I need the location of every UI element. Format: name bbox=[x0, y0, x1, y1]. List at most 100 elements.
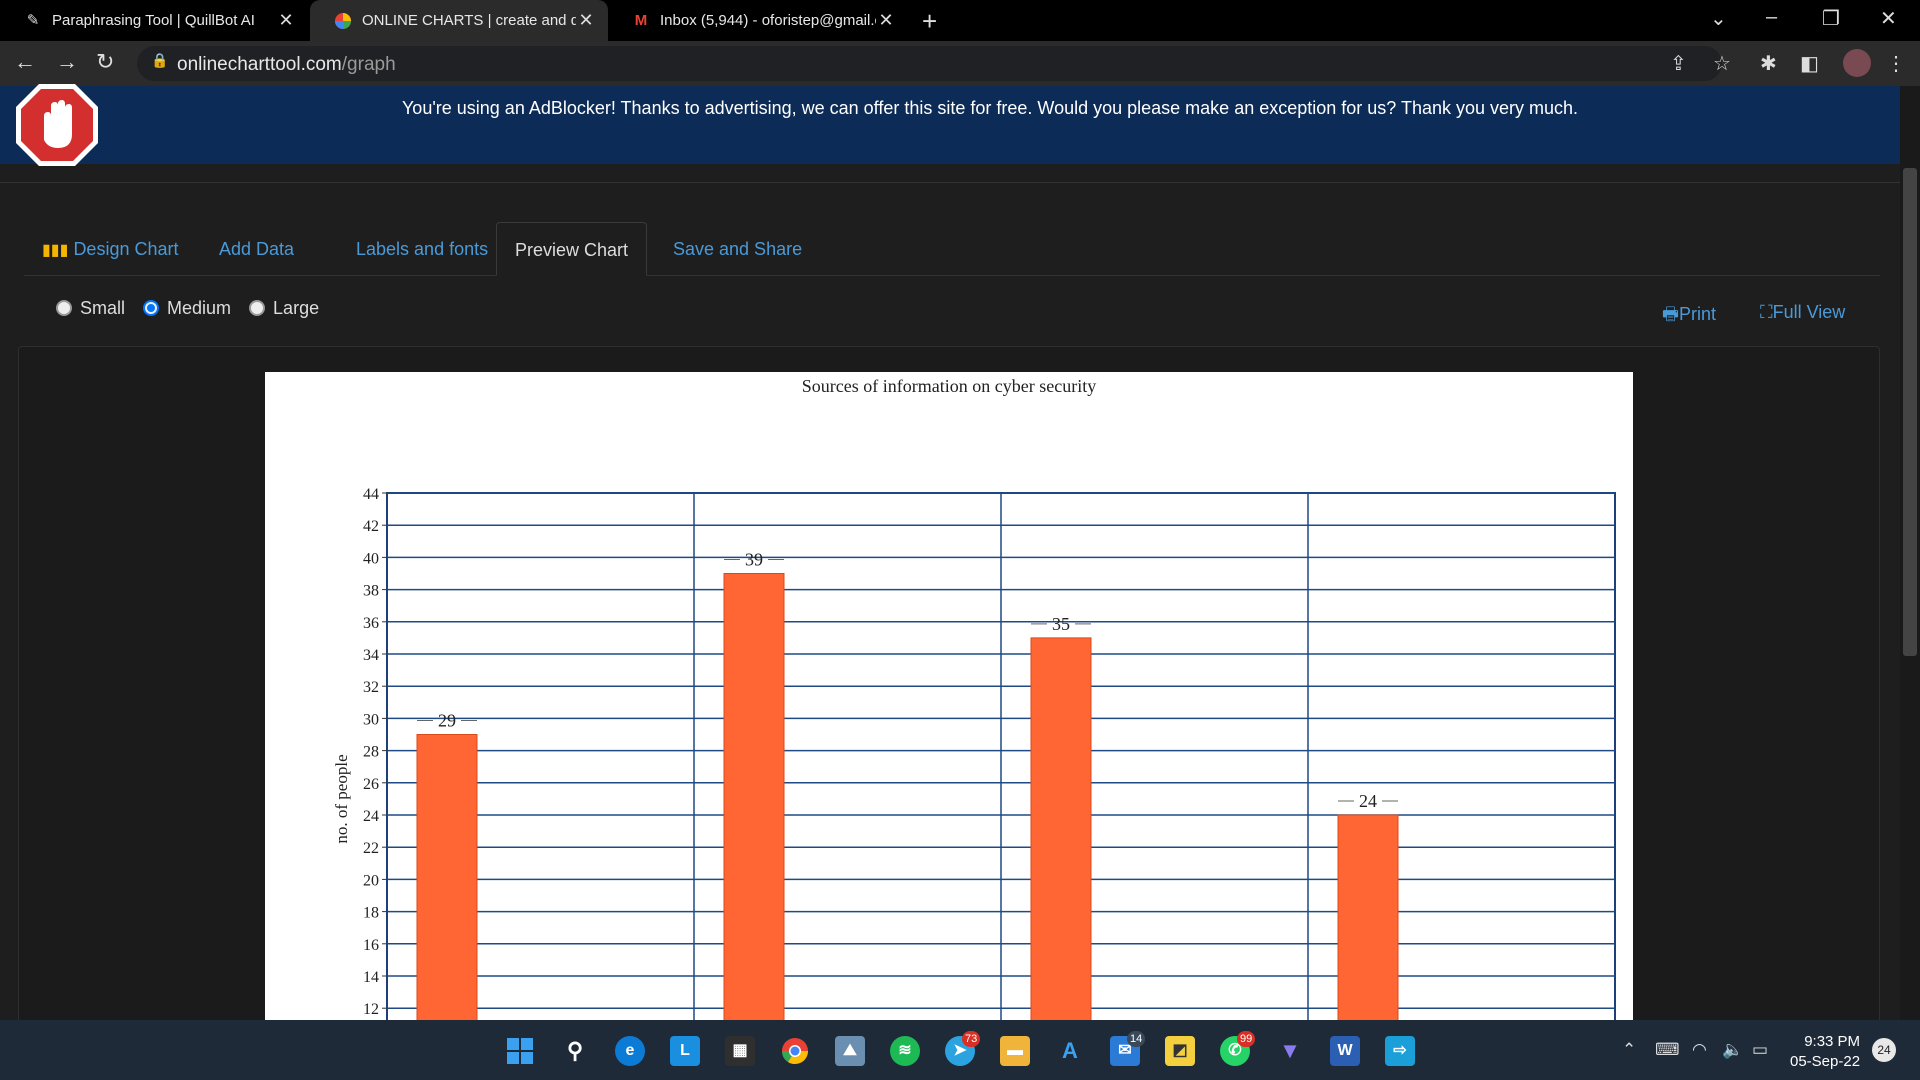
y-tick-label: 14 bbox=[363, 969, 379, 986]
y-tick-label: 18 bbox=[363, 905, 379, 922]
y-tick-label: 32 bbox=[363, 679, 379, 696]
data-label: 39 bbox=[745, 550, 763, 570]
word-icon[interactable]: W bbox=[1330, 1036, 1360, 1066]
bar-chart: Sources of information on cyber security… bbox=[332, 376, 1616, 1020]
tab-label: Design Chart bbox=[73, 239, 179, 259]
bar bbox=[416, 734, 478, 1020]
y-tick-label: 38 bbox=[363, 583, 379, 600]
tab-search-icon[interactable]: ⌄ bbox=[1710, 6, 1727, 31]
data-label: 29 bbox=[438, 711, 456, 731]
store-icon[interactable]: ▦ bbox=[725, 1036, 755, 1066]
bar bbox=[1337, 814, 1399, 1020]
gmail-icon: M bbox=[634, 11, 648, 29]
extensions-icon[interactable]: ✱ bbox=[1760, 51, 1777, 76]
bar bbox=[1030, 637, 1092, 1020]
photos-icon[interactable]: ⛰ bbox=[835, 1036, 865, 1066]
y-tick-label: 26 bbox=[363, 776, 379, 793]
minimize-icon[interactable]: – bbox=[1766, 6, 1777, 29]
tab-design-chart[interactable]: ▮▮▮ Design Chart bbox=[24, 222, 196, 276]
chrome-icon[interactable] bbox=[780, 1036, 810, 1066]
tab-title: Paraphrasing Tool | QuillBot AI bbox=[52, 12, 255, 29]
keyboard-icon[interactable]: ⌨ bbox=[1655, 1040, 1680, 1060]
file-explorer-icon[interactable]: ▬ bbox=[1000, 1036, 1030, 1066]
chart-title: Sources of information on cyber security bbox=[802, 376, 1096, 396]
print-button[interactable]: 🖶Print bbox=[1662, 302, 1716, 332]
spotify-icon[interactable]: ≋ bbox=[890, 1036, 920, 1066]
bookmark-star-icon[interactable]: ☆ bbox=[1713, 51, 1731, 76]
bar-chart-icon: ▮▮▮ bbox=[42, 242, 69, 259]
y-tick-label: 34 bbox=[363, 647, 379, 664]
y-tick-label: 16 bbox=[363, 937, 379, 954]
l-app-icon[interactable]: L bbox=[670, 1036, 700, 1066]
whatsapp-badge: 99 bbox=[1237, 1031, 1256, 1047]
volume-icon[interactable]: 🔈 bbox=[1722, 1040, 1743, 1060]
full-view-button[interactable]: ⛶Full View bbox=[1760, 302, 1845, 323]
stop-hand-icon bbox=[16, 84, 98, 166]
close-tab-icon[interactable]: ✕ bbox=[576, 10, 596, 31]
sticky-notes-icon[interactable]: ◩ bbox=[1165, 1036, 1195, 1066]
full-view-label: Full View bbox=[1772, 302, 1846, 322]
close-tab-icon[interactable]: ✕ bbox=[276, 10, 296, 31]
tab-gmail[interactable]: M Inbox (5,944) - oforistep@gmail.c ✕ bbox=[608, 0, 908, 41]
side-panel-icon[interactable]: ◧ bbox=[1800, 51, 1819, 76]
browser-toolbar: ← → ↻ 🔒 onlinecharttool.com/graph ⇪ ☆ ✱ … bbox=[0, 41, 1920, 86]
back-icon[interactable]: ← bbox=[14, 49, 36, 75]
tab-preview-chart[interactable]: Preview Chart bbox=[496, 222, 648, 276]
share-icon[interactable]: ⇪ bbox=[1670, 51, 1687, 76]
clock[interactable]: 9:33 PM 05-Sep-22 bbox=[1790, 1032, 1860, 1072]
tab-add-data[interactable]: Add Data bbox=[201, 222, 312, 276]
restore-icon[interactable]: ❐ bbox=[1822, 6, 1840, 31]
chart-tool-tabs: ▮▮▮ Design Chart Add Data Labels and fon… bbox=[24, 222, 1880, 276]
address-bar[interactable]: 🔒 onlinecharttool.com/graph bbox=[137, 46, 1722, 81]
battery-icon[interactable]: ▭ bbox=[1752, 1040, 1768, 1060]
radio-small-label: Small bbox=[80, 297, 126, 318]
wifi-icon[interactable]: ◠ bbox=[1692, 1040, 1707, 1060]
arrow-app-icon[interactable]: A bbox=[1055, 1036, 1085, 1066]
tab-save-and-share[interactable]: Save and Share bbox=[655, 222, 820, 276]
y-tick-label: 20 bbox=[363, 872, 379, 889]
size-options: Small Medium Large bbox=[56, 296, 337, 320]
radio-large-label: Large bbox=[273, 297, 320, 318]
close-window-icon[interactable]: ✕ bbox=[1880, 6, 1897, 31]
bar bbox=[723, 573, 785, 1020]
url-text: onlinecharttool.com/graph bbox=[177, 54, 396, 76]
radio-medium[interactable] bbox=[143, 300, 160, 316]
chart-area: Sources of information on cyber security… bbox=[265, 372, 1633, 1020]
url-host: onlinecharttool.com bbox=[177, 54, 342, 75]
forward-icon[interactable]: → bbox=[56, 49, 78, 75]
reload-icon[interactable]: ↻ bbox=[96, 49, 114, 75]
avatar[interactable] bbox=[1843, 49, 1871, 77]
quillbot-icon: ✎ bbox=[26, 11, 40, 29]
send-app-icon[interactable]: ⇨ bbox=[1385, 1036, 1415, 1066]
y-tick-label: 30 bbox=[363, 711, 379, 728]
menu-icon[interactable]: ⋮ bbox=[1886, 51, 1906, 76]
onlinecharts-icon bbox=[334, 12, 352, 30]
start-icon[interactable] bbox=[505, 1036, 535, 1066]
tab-quillbot[interactable]: ✎ Paraphrasing Tool | QuillBot AI ✕ bbox=[0, 0, 308, 41]
y-tick-label: 44 bbox=[363, 486, 379, 503]
printer-icon: 🖶 bbox=[1662, 304, 1679, 324]
vpn-icon[interactable]: ▼ bbox=[1275, 1036, 1305, 1066]
tray-chevron-icon[interactable]: ⌃ bbox=[1622, 1040, 1636, 1060]
scrollbar-thumb[interactable] bbox=[1903, 168, 1917, 656]
clock-date: 05-Sep-22 bbox=[1790, 1053, 1861, 1070]
notification-count[interactable]: 24 bbox=[1872, 1038, 1896, 1062]
search-icon[interactable]: ⚲ bbox=[560, 1036, 590, 1066]
y-tick-label: 28 bbox=[363, 744, 379, 761]
close-tab-icon[interactable]: ✕ bbox=[876, 10, 896, 31]
data-label: 35 bbox=[1052, 614, 1070, 634]
y-tick-label: 42 bbox=[363, 518, 379, 535]
tab-onlinecharts[interactable]: ONLINE CHARTS | create and des ✕ bbox=[310, 0, 608, 41]
radio-large[interactable] bbox=[249, 300, 266, 316]
y-tick-label: 12 bbox=[363, 1001, 379, 1018]
new-tab-icon[interactable]: + bbox=[922, 6, 937, 37]
tab-title: ONLINE CHARTS | create and des bbox=[362, 12, 576, 29]
print-label: Print bbox=[1679, 304, 1717, 324]
windows-taskbar: ⚲ e L ▦ ⛰ ≋ ➤ 73 ▬ A ✉ 14 ◩ ✆ 99 ▼ W ⇨ ⌃… bbox=[0, 1020, 1920, 1080]
data-label: 24 bbox=[1359, 791, 1377, 811]
edge-icon[interactable]: e bbox=[615, 1036, 645, 1066]
radio-small[interactable] bbox=[56, 300, 72, 316]
tab-title: Inbox (5,944) - oforistep@gmail.c bbox=[660, 12, 876, 29]
radio-medium-label: Medium bbox=[167, 297, 232, 318]
tab-labels-and-fonts[interactable]: Labels and fonts bbox=[338, 222, 506, 276]
